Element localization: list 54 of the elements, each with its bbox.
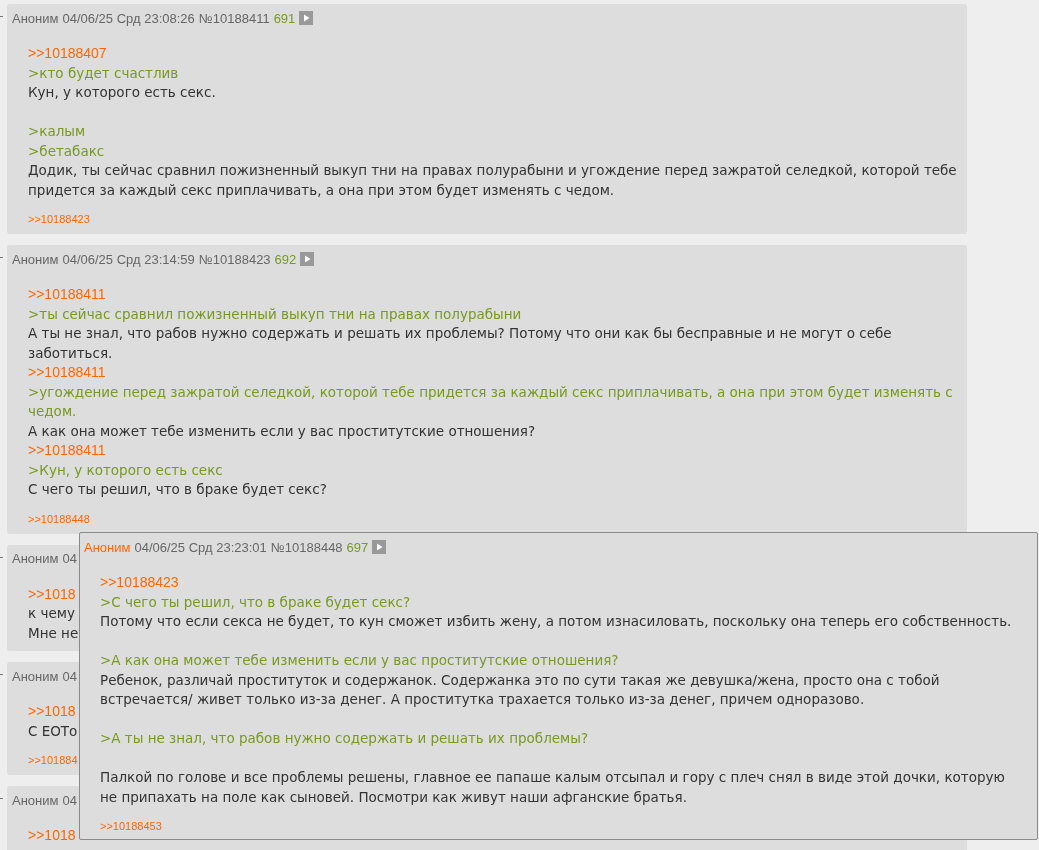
author-name: Аноним	[12, 551, 59, 566]
quote-text: >Кун, у которого есть секс	[28, 461, 223, 478]
post-index: 697	[346, 539, 369, 555]
post-index: 692	[274, 251, 297, 267]
author-name: Аноним	[84, 539, 131, 555]
post-text: Мне не	[28, 624, 79, 641]
quote-text: >А как она может тебе изменить если у вас проститутские отношения?	[100, 652, 619, 668]
quote-text: >С чего ты решил, что в браке будет секс?	[100, 593, 411, 610]
reply-link[interactable]: >>10188411	[28, 286, 106, 302]
post-text: Додик, ты сейчас сравнил пожизненный выкуп тни на правах полурабыни и угождение перед зажратой селедкой, которой тебе придется за каждый секс приплачивать, а она при этом будет изменять с чедом.	[28, 162, 957, 198]
post-text: Палкой по голове и все проблемы решены, главное ее папаше калым отсыпал и гору с плеч снял в виде этой дочки, которую не припахать на поле как сыновей. Посмотри как живут наши афганские братья.	[100, 769, 1005, 805]
post-text: Потому что если секса не будет, то кун сможет избить жену, а потом изнасиловать, поскольку она теперь его собственность.	[100, 613, 1012, 629]
post-text: С ЕОТо	[28, 722, 78, 739]
post-text: А как она может тебе изменить если у вас проститутские отношения?	[28, 422, 536, 439]
post-date: 04/06/25 Срд 23:14:59	[62, 251, 195, 267]
quote-text: >калым	[28, 123, 86, 139]
post-text: Кун, у которого есть секс.	[28, 84, 216, 100]
author-name: Аноним	[12, 792, 59, 808]
post-number-link[interactable]: №10188411	[198, 10, 270, 26]
post-number-link[interactable]: №10188448	[270, 539, 343, 555]
quote-text: >А ты не знал, что рабов нужно содержать и решать их проблемы?	[100, 730, 589, 746]
backlink[interactable]: >>10188448	[28, 512, 90, 525]
quote-text: >угождение перед зажратой селедкой, которой тебе придется за каждый секс приплачивать, а она при этом будет изменять с чедом.	[28, 383, 953, 419]
backlink[interactable]: >>101884	[28, 754, 78, 766]
reply-link[interactable]: >>10188423	[100, 574, 179, 590]
backlink[interactable]: >>10188453	[100, 820, 162, 832]
reply-link[interactable]: >>10188411	[28, 364, 106, 380]
post-date: 04/06/25 Срд 23:23:01	[134, 539, 267, 555]
author-name: Аноним	[12, 668, 59, 684]
post-text: А ты не знал, что рабов нужно содержать и решать их проблемы? Потому что они как бы бесправные и не могут о себе заботиться.	[28, 325, 892, 361]
post-text: Ребенок, различай проституток и содержанок. Содержанка это по сути такая же девушка/жена, просто она с тобой встречается/ живет только из-за денег. А проститутка трахается только из-за денег, причем одноразово.	[100, 671, 940, 707]
reply-link[interactable]: >>10188407	[28, 45, 107, 61]
play-icon[interactable]	[300, 252, 315, 266]
post-date: 04	[62, 668, 77, 684]
play-icon[interactable]	[299, 11, 314, 25]
quote-text: >ты сейчас сравнил пожизненный выкуп тни на правах полурабыни	[28, 305, 522, 322]
backlink[interactable]: >>10188423	[28, 213, 90, 225]
reply-link[interactable]: >>1018	[28, 585, 76, 602]
reply-link[interactable]: >>10188411	[28, 442, 106, 458]
post-text: С чего ты решил, что в браке будет секс?	[28, 481, 327, 497]
author-name: Аноним	[12, 10, 59, 26]
quote-text: >кто будет счастлив	[28, 64, 179, 81]
post-text: к чему	[28, 605, 75, 621]
post-date: 04	[62, 551, 77, 566]
reply-link[interactable]: >>1018	[28, 827, 76, 843]
play-icon[interactable]	[372, 540, 387, 554]
author-name: Аноним	[12, 251, 59, 267]
post-index: 691	[273, 10, 296, 26]
post-date: 04/06/25 Срд 23:08:26	[62, 10, 195, 26]
post-date: 04	[62, 792, 77, 808]
reply-link[interactable]: >>1018	[28, 703, 76, 719]
dash-icon[interactable]	[0, 556, 3, 558]
quote-text: >бетабакс	[28, 142, 105, 159]
post-number-link[interactable]: №10188423	[198, 251, 271, 267]
